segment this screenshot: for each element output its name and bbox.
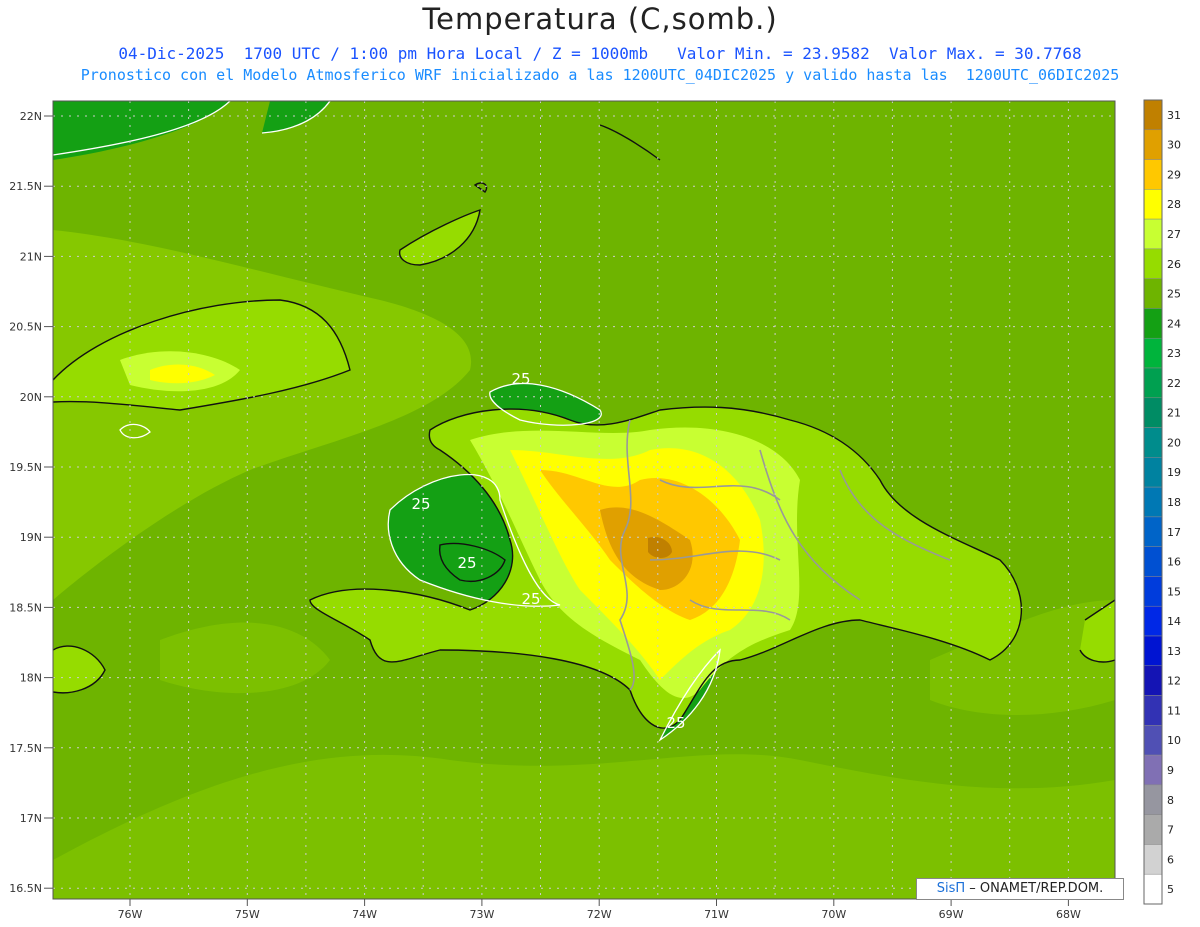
- lat-tick-label: 17N: [20, 812, 42, 825]
- lat-tick-label: 16.5N: [9, 882, 42, 895]
- colorbar-swatch: [1143, 189, 1163, 220]
- colorbar-label: 19: [1167, 466, 1181, 479]
- colorbar-label: 27: [1167, 228, 1181, 241]
- lon-tick-label: 75W: [235, 908, 260, 921]
- lat-tick-label: 19N: [20, 531, 42, 544]
- longitude-axis: 76W 75W 74W 73W 72W 71W 70W 69W 68W: [118, 899, 1081, 921]
- colorbar-label: 8: [1167, 794, 1174, 807]
- lon-tick-label: 70W: [821, 908, 846, 921]
- colorbar-label: 9: [1167, 764, 1174, 777]
- colorbar-swatch: [1143, 725, 1163, 756]
- colorbar-swatch: [1143, 308, 1163, 339]
- lon-tick-label: 68W: [1056, 908, 1081, 921]
- colorbar-swatch: [1143, 635, 1163, 667]
- lon-tick-label: 76W: [118, 908, 143, 921]
- lat-tick-label: 19.5N: [9, 461, 42, 474]
- colorbar-swatch: [1143, 546, 1163, 577]
- lon-tick-label: 74W: [352, 908, 377, 921]
- colorbar-label: 22: [1167, 377, 1181, 390]
- colorbar: 31 30 29 28 27 26 25 24 23 22 21 20 19 18 17 16 15 14 13 12…: [1143, 99, 1181, 905]
- colorbar-swatch: [1143, 486, 1163, 518]
- lat-tick-label: 18N: [20, 672, 42, 685]
- colorbar-swatch: [1143, 844, 1163, 875]
- contour-label-25: 25: [521, 590, 540, 608]
- lon-tick-label: 72W: [587, 908, 612, 921]
- lat-tick-label: 20.5N: [9, 321, 42, 334]
- footer-text: – ONAMET/REP.DOM.: [965, 881, 1104, 896]
- colorbar-swatch: [1143, 337, 1163, 369]
- colorbar-label: 25: [1167, 288, 1181, 301]
- colorbar-label: 11: [1167, 704, 1181, 717]
- colorbar-label: 20: [1167, 436, 1181, 449]
- contour-label-25: 25: [511, 370, 530, 388]
- lat-tick-label: 21.5N: [9, 180, 42, 193]
- lon-tick-label: 69W: [939, 908, 964, 921]
- map-plot-area: [53, 101, 1115, 899]
- lat-tick-label: 22N: [20, 110, 42, 123]
- colorbar-swatch: [1143, 159, 1163, 190]
- colorbar-swatch: [1143, 367, 1163, 399]
- contour-label-25: 25: [457, 554, 476, 572]
- temperature-map: 25 25 25 25 25 22N 21.5N 21N 20.5N 20N 19.5N 19N 18…: [9, 99, 1181, 921]
- colorbar-label: 29: [1167, 168, 1181, 181]
- colorbar-label: 16: [1167, 556, 1181, 569]
- colorbar-swatch: [1143, 427, 1163, 458]
- lon-tick-label: 71W: [704, 908, 729, 921]
- colorbar-swatch: [1143, 457, 1163, 488]
- footer-credit: SisΠ – ONAMET/REP.DOM.: [916, 878, 1124, 900]
- colorbar-label: 10: [1167, 734, 1181, 747]
- contour-label-25: 25: [666, 714, 685, 732]
- colorbar-label: 15: [1167, 585, 1181, 598]
- colorbar-swatch: [1143, 754, 1163, 786]
- colorbar-swatch: [1143, 516, 1163, 547]
- colorbar-label: 28: [1167, 198, 1181, 211]
- lat-tick-label: 21N: [20, 250, 42, 263]
- lat-tick-label: 17.5N: [9, 742, 42, 755]
- colorbar-swatch: [1143, 218, 1163, 250]
- contour-label-25: 25: [411, 495, 430, 513]
- latitude-axis: 22N 21.5N 21N 20.5N 20N 19.5N 19N 18.5N 18N 17.5N…: [9, 110, 53, 895]
- colorbar-swatch: [1143, 99, 1163, 131]
- footer-brand: SisΠ: [936, 881, 966, 896]
- colorbar-swatch: [1143, 278, 1163, 309]
- colorbar-swatch: [1143, 784, 1163, 815]
- colorbar-label: 5: [1167, 883, 1174, 896]
- colorbar-label: 18: [1167, 496, 1181, 509]
- colorbar-label: 24: [1167, 317, 1181, 330]
- colorbar-swatch: [1143, 129, 1163, 160]
- colorbar-swatch: [1143, 397, 1163, 428]
- colorbar-swatch: [1143, 605, 1163, 637]
- colorbar-swatch: [1143, 248, 1163, 279]
- colorbar-label: 7: [1167, 824, 1174, 837]
- colorbar-label: 31: [1167, 109, 1181, 122]
- colorbar-label: 13: [1167, 645, 1181, 658]
- lon-tick-label: 73W: [469, 908, 494, 921]
- lat-tick-label: 20N: [20, 391, 42, 404]
- colorbar-swatch: [1143, 695, 1163, 726]
- colorbar-label: 12: [1167, 675, 1181, 688]
- colorbar-swatch: [1143, 576, 1163, 607]
- colorbar-swatch: [1143, 873, 1163, 905]
- colorbar-label: 6: [1167, 853, 1174, 866]
- colorbar-label: 30: [1167, 139, 1181, 152]
- lat-tick-label: 18.5N: [9, 601, 42, 614]
- colorbar-swatch: [1143, 665, 1163, 696]
- colorbar-label: 17: [1167, 526, 1181, 539]
- colorbar-swatch: [1143, 814, 1163, 845]
- colorbar-label: 26: [1167, 258, 1181, 271]
- colorbar-label: 23: [1167, 347, 1181, 360]
- colorbar-label: 14: [1167, 615, 1181, 628]
- colorbar-label: 21: [1167, 407, 1181, 420]
